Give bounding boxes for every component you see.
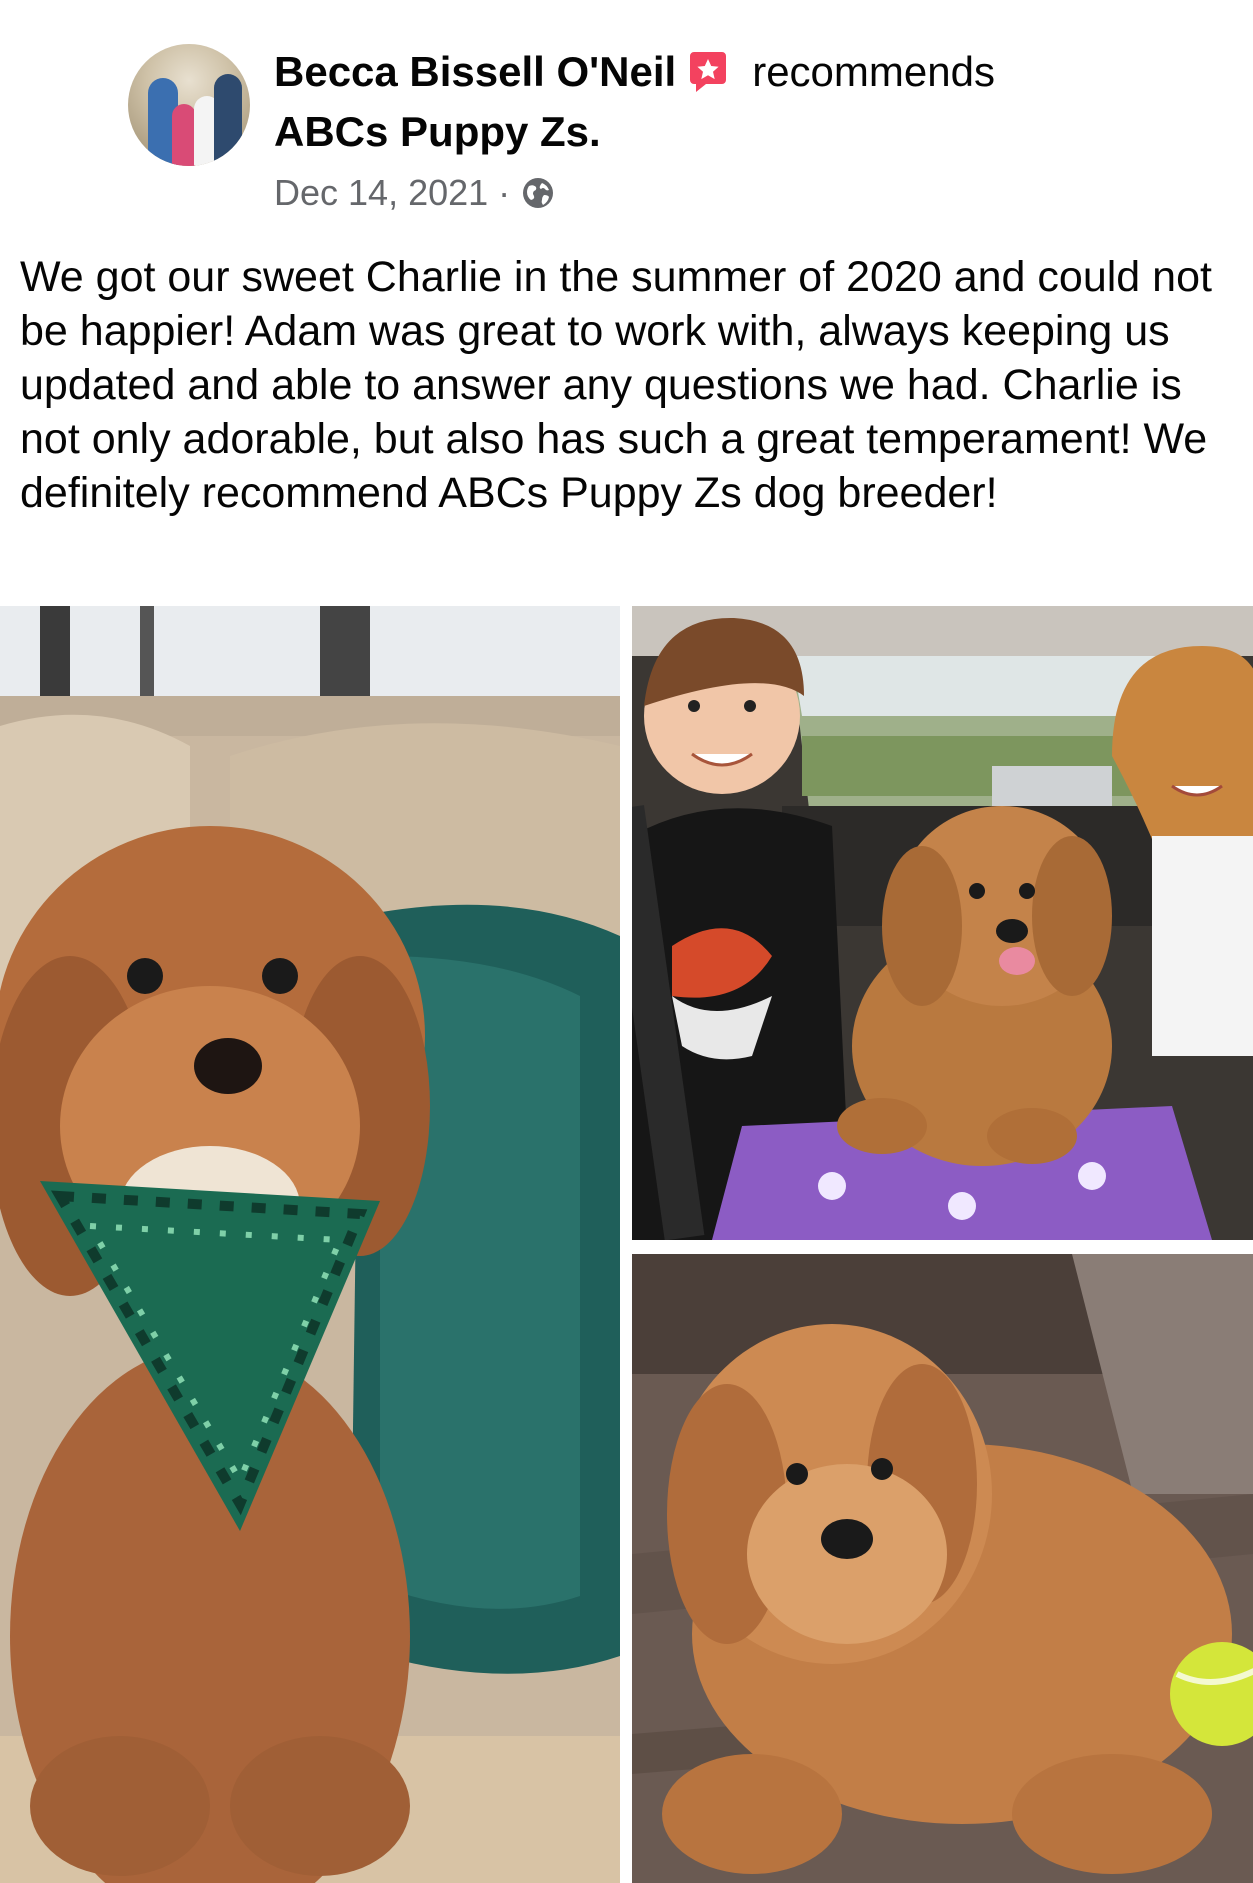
- post-date[interactable]: Dec 14, 2021: [274, 170, 488, 216]
- post-header: Becca Bissell O'Neil recommends ABCs Pupp…: [0, 0, 1253, 240]
- page-name-link[interactable]: ABCs Puppy Zs.: [274, 104, 601, 160]
- photo-puppy-bandana[interactable]: [0, 606, 620, 1883]
- globe-icon[interactable]: [520, 175, 556, 211]
- author-avatar[interactable]: [128, 44, 250, 166]
- author-line: Becca Bissell O'Neil recommends: [274, 44, 1174, 100]
- meta-separator: ·: [498, 172, 511, 213]
- photo-puppy-tennis-ball[interactable]: [632, 1254, 1253, 1883]
- recommends-text: recommends: [752, 48, 995, 95]
- author-name[interactable]: Becca Bissell O'Neil: [274, 48, 676, 95]
- star-recommend-icon: [686, 50, 730, 94]
- post-meta: Dec 14, 2021 ·: [274, 170, 556, 216]
- post-body-text: We got our sweet Charlie in the summer o…: [20, 253, 1212, 517]
- photo-kids-car[interactable]: [632, 606, 1253, 1240]
